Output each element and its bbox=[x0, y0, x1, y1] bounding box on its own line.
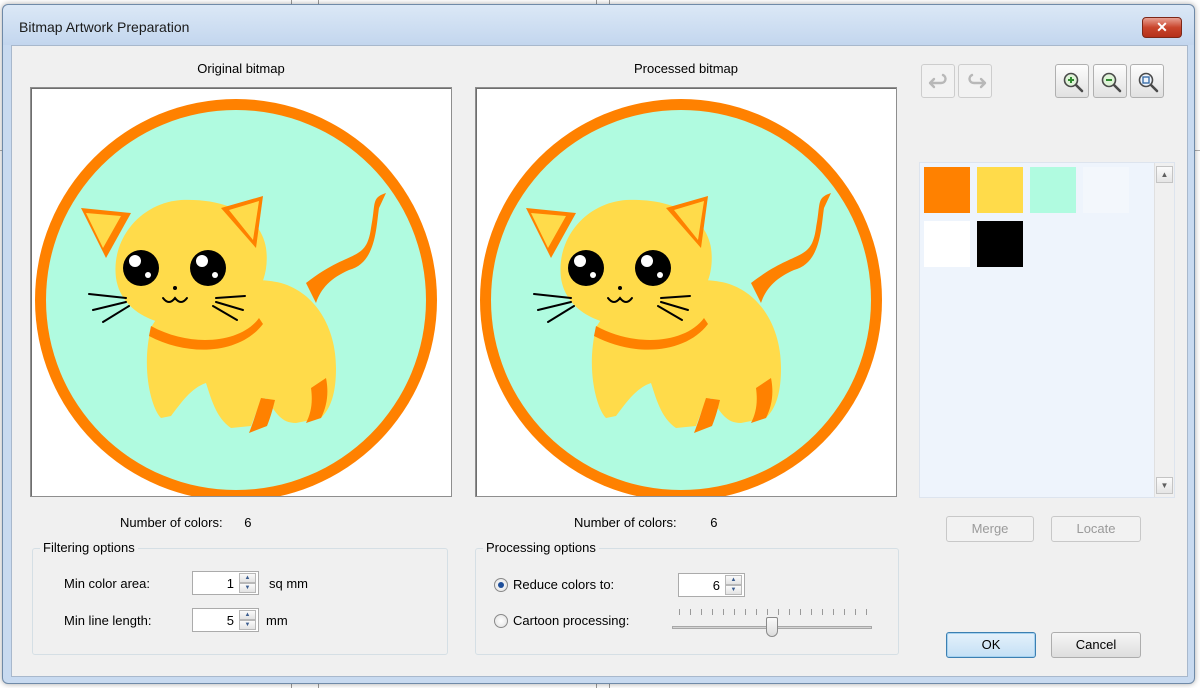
color-swatch[interactable] bbox=[1083, 167, 1129, 213]
zoom-out-button[interactable] bbox=[1093, 64, 1127, 98]
spin-down-icon[interactable]: ▼ bbox=[239, 583, 256, 593]
min-line-length-label: Min line length: bbox=[64, 613, 152, 628]
locate-button[interactable]: Locate bbox=[1051, 516, 1141, 542]
reduce-colors-input[interactable] bbox=[679, 574, 723, 596]
color-swatch[interactable] bbox=[977, 221, 1023, 267]
min-color-area-stepper[interactable]: ▲▼ bbox=[192, 571, 259, 595]
processing-options-group: Processing options Reduce colors to: ▲▼ … bbox=[475, 540, 899, 655]
original-bitmap-label: Original bitmap bbox=[197, 61, 285, 76]
color-swatch[interactable] bbox=[924, 221, 970, 267]
original-artwork bbox=[35, 99, 437, 496]
cartoon-slider-ticks bbox=[679, 609, 869, 615]
title-bar[interactable]: Bitmap Artwork Preparation ✕ bbox=[3, 5, 1194, 45]
processed-bitmap-preview[interactable] bbox=[475, 87, 897, 497]
close-button[interactable]: ✕ bbox=[1142, 17, 1182, 38]
redo-button[interactable] bbox=[958, 64, 992, 98]
scroll-down-icon[interactable]: ▼ bbox=[1156, 477, 1173, 494]
cartoon-processing-radio[interactable] bbox=[494, 614, 508, 628]
undo-icon bbox=[928, 73, 947, 89]
dialog-client-area: Original bitmap Number of colors: 6 Proc… bbox=[11, 45, 1188, 677]
reduce-colors-label[interactable]: Reduce colors to: bbox=[513, 577, 614, 592]
zoom-fit-button[interactable] bbox=[1130, 64, 1164, 98]
reduce-colors-radio[interactable] bbox=[494, 578, 508, 592]
scroll-up-icon[interactable]: ▲ bbox=[1156, 166, 1173, 183]
reduce-colors-stepper[interactable]: ▲▼ bbox=[678, 573, 745, 597]
color-swatch[interactable] bbox=[1030, 167, 1076, 213]
bitmap-artwork-preparation-dialog: Bitmap Artwork Preparation ✕ Original bi… bbox=[2, 4, 1195, 684]
original-color-count: Number of colors: 6 bbox=[120, 515, 251, 530]
original-colors-label: Number of colors: bbox=[120, 515, 223, 530]
spin-up-icon[interactable]: ▲ bbox=[239, 610, 256, 620]
min-line-length-stepper[interactable]: ▲▼ bbox=[192, 608, 259, 632]
processing-options-title: Processing options bbox=[483, 540, 599, 555]
redo-icon bbox=[968, 73, 987, 89]
ok-button[interactable]: OK bbox=[946, 632, 1036, 658]
original-bitmap-preview[interactable] bbox=[30, 87, 452, 497]
filtering-options-title: Filtering options bbox=[40, 540, 138, 555]
cartoon-slider-thumb[interactable] bbox=[766, 617, 778, 637]
spin-up-icon[interactable]: ▲ bbox=[725, 575, 742, 585]
processed-color-count: Number of colors: 6 bbox=[574, 515, 717, 530]
dialog-title: Bitmap Artwork Preparation bbox=[19, 19, 190, 35]
min-line-length-input[interactable] bbox=[193, 609, 237, 631]
processed-colors-value: 6 bbox=[710, 515, 718, 530]
min-color-area-unit: sq mm bbox=[269, 576, 308, 591]
zoom-out-icon bbox=[1101, 72, 1122, 93]
palette-scrollbar[interactable]: ▲ ▼ bbox=[1154, 163, 1174, 497]
cancel-button[interactable]: Cancel bbox=[1051, 632, 1141, 658]
color-swatch[interactable] bbox=[977, 167, 1023, 213]
spin-down-icon[interactable]: ▼ bbox=[725, 585, 742, 595]
min-line-length-unit: mm bbox=[266, 613, 288, 628]
spin-up-icon[interactable]: ▲ bbox=[239, 573, 256, 583]
color-swatch[interactable] bbox=[924, 167, 970, 213]
zoom-fit-icon bbox=[1138, 72, 1159, 93]
processed-artwork bbox=[480, 99, 882, 496]
filtering-options-group: Filtering options Min color area: ▲▼ sq … bbox=[32, 540, 448, 655]
zoom-in-button[interactable] bbox=[1055, 64, 1089, 98]
spin-down-icon[interactable]: ▼ bbox=[239, 620, 256, 630]
processed-colors-label: Number of colors: bbox=[574, 515, 677, 530]
min-color-area-input[interactable] bbox=[193, 572, 237, 594]
min-color-area-label: Min color area: bbox=[64, 576, 150, 591]
original-colors-value: 6 bbox=[244, 515, 252, 530]
processed-bitmap-label: Processed bitmap bbox=[633, 61, 739, 76]
cartoon-processing-label[interactable]: Cartoon processing: bbox=[513, 613, 629, 628]
color-palette[interactable]: ▲ ▼ bbox=[919, 162, 1175, 498]
zoom-in-icon bbox=[1063, 72, 1084, 93]
undo-button[interactable] bbox=[921, 64, 955, 98]
merge-button[interactable]: Merge bbox=[946, 516, 1034, 542]
